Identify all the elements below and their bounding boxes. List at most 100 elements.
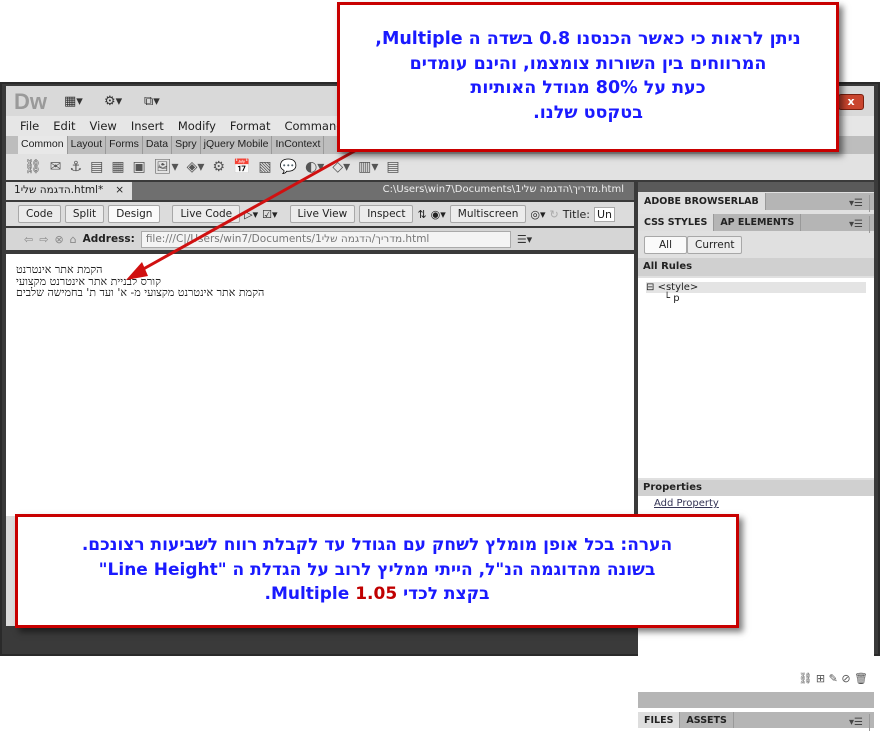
tree-item-style[interactable]: ⊟ <style> bbox=[646, 282, 866, 293]
tab-ap-elements[interactable]: AP ELEMENTS bbox=[714, 214, 802, 231]
menu-file[interactable]: File bbox=[14, 116, 47, 136]
menu-insert[interactable]: Insert bbox=[125, 116, 172, 136]
insert-toolbar: ⛓ ✉ ⚓ ▤ ▦ ▣ 🖼▾ ◈▾ ⚙ 📅 ▧ 💬 ◐▾ ◇▾ ▥▾ ▤ bbox=[6, 154, 874, 180]
menu-format[interactable]: Format bbox=[224, 116, 279, 136]
inspect-button[interactable]: Inspect bbox=[359, 205, 414, 223]
ssi-icon[interactable]: ▧ bbox=[258, 159, 271, 175]
callout-line: כעת על 80% מגודל האותיות bbox=[470, 78, 706, 98]
templates-icon[interactable]: ▥▾ bbox=[358, 159, 378, 175]
inspect-mode-icon[interactable]: ▷▾ bbox=[244, 208, 258, 221]
gear-icon[interactable]: ⚙▾ bbox=[104, 94, 122, 109]
media-icon[interactable]: ◈▾ bbox=[187, 159, 205, 175]
callout-text: בקצת לכדי bbox=[397, 584, 490, 605]
live-code-button[interactable]: Live Code bbox=[172, 205, 241, 223]
back-icon[interactable]: ⇦ bbox=[24, 233, 33, 246]
rules-tree: ⊟ <style> └ p bbox=[638, 278, 874, 478]
tree-item-p[interactable]: └ p bbox=[646, 293, 866, 304]
css-panel-actions: ⛓ ⊞ ✎ ⊘ 🗑 bbox=[798, 672, 868, 685]
tab-layout[interactable]: Layout bbox=[68, 136, 107, 154]
tab-jquery-mobile[interactable]: jQuery Mobile bbox=[201, 136, 273, 154]
tab-css-styles[interactable]: CSS STYLES bbox=[638, 214, 715, 231]
css-mode-switch: All Current bbox=[644, 236, 743, 254]
menu-view[interactable]: View bbox=[84, 116, 125, 136]
forward-icon[interactable]: ⇨ bbox=[39, 233, 48, 246]
panel-collapse-bar[interactable] bbox=[638, 182, 874, 192]
browserlab-tab[interactable]: ADOBE BROWSERLAB bbox=[638, 193, 766, 210]
close-tab-icon[interactable]: × bbox=[115, 184, 124, 198]
highlight-value: 1.05 bbox=[355, 584, 398, 605]
callout-line: הערה: בכל אופן מומלץ לשחק עם הגודל עד לק… bbox=[81, 535, 673, 555]
script-icon[interactable]: ◇▾ bbox=[332, 159, 350, 175]
head-icon[interactable]: ◐▾ bbox=[305, 159, 324, 175]
div-icon[interactable]: ▣ bbox=[133, 159, 146, 175]
add-property-link[interactable]: Add Property bbox=[654, 498, 719, 509]
attach-stylesheet-icon[interactable]: ⛓ bbox=[798, 672, 812, 685]
menu-modify[interactable]: Modify bbox=[172, 116, 224, 136]
text-line: הקמת אתר אינטרנט bbox=[16, 263, 103, 276]
dw-logo: Dw bbox=[14, 89, 47, 114]
panel-menu-icon[interactable]: ▾☰ bbox=[843, 216, 870, 233]
hr-icon[interactable]: ▤ bbox=[90, 159, 103, 175]
callout-text: Multiple. bbox=[264, 584, 356, 605]
trash-icon[interactable]: 🗑 bbox=[854, 672, 868, 685]
callout-line: בשונה מהדוגמה הנ"ל, הייתי ממליץ לרוב על … bbox=[98, 559, 656, 580]
tab-assets[interactable]: ASSETS bbox=[680, 712, 734, 728]
current-button[interactable]: Current bbox=[687, 236, 743, 254]
design-view[interactable]: הקמת אתר אינטרנט קורס לבניית אתר אינטרנט… bbox=[6, 254, 634, 516]
panel-menu-icon[interactable]: ▾☰ bbox=[843, 195, 870, 212]
browser-nav-options-icon[interactable]: ☰▾ bbox=[517, 233, 532, 246]
menu-edit[interactable]: Edit bbox=[47, 116, 83, 136]
date-icon[interactable]: 📅 bbox=[233, 159, 250, 175]
visual-aids-icon[interactable]: ◎▾ bbox=[530, 208, 545, 221]
tab-forms[interactable]: Forms bbox=[106, 136, 143, 154]
hyperlink-icon[interactable]: ⛓ bbox=[24, 159, 42, 175]
browserlab-header[interactable]: ADOBE BROWSERLAB ▾☰ bbox=[638, 193, 874, 212]
callout-line: המרווחים בין השורות צומצמו, והינם עומדים bbox=[409, 53, 767, 74]
multiscreen-button[interactable]: Multiscreen bbox=[449, 205, 527, 223]
tab-data[interactable]: Data bbox=[143, 136, 173, 154]
tag-chooser-icon[interactable]: ▤ bbox=[386, 159, 399, 175]
tab-files[interactable]: FILES bbox=[638, 712, 681, 728]
panel-menu-icon[interactable]: ▾☰ bbox=[843, 714, 870, 731]
split-view-button[interactable]: Split bbox=[64, 205, 105, 223]
check-page-icon[interactable]: ☑▾ bbox=[262, 208, 277, 221]
disable-icon[interactable]: ⊘ bbox=[841, 672, 850, 685]
address-input[interactable]: file:///C|/Users/win7/Documents/1מדריך/ה… bbox=[140, 230, 511, 248]
css-panel-header: CSS STYLES AP ELEMENTS ▾☰ bbox=[638, 214, 874, 233]
comment-icon[interactable]: 💬 bbox=[280, 159, 297, 175]
tab-spry[interactable]: Spry bbox=[172, 136, 201, 154]
text-line: הקמת אתר אינטרנט מקצועי מ- א' ועד ת' בחמ… bbox=[16, 286, 265, 300]
edit-rule-icon[interactable]: ✎ bbox=[829, 672, 838, 685]
address-bar: ⇦ ⇨ ⊗ ⌂ Address: file:///C|/Users/win7/D… bbox=[6, 228, 634, 250]
design-view-button[interactable]: Design bbox=[108, 205, 161, 223]
all-button[interactable]: All bbox=[644, 236, 688, 254]
anchor-icon[interactable]: ⚓ bbox=[70, 159, 83, 175]
refresh-icon[interactable]: ↻ bbox=[550, 208, 559, 221]
code-view-button[interactable]: Code bbox=[18, 205, 61, 223]
callout-line: בקצת לכדי 1.05 Multiple. bbox=[18, 582, 736, 607]
email-link-icon[interactable]: ✉ bbox=[50, 159, 62, 175]
tab-common[interactable]: Common bbox=[18, 136, 68, 154]
close-button[interactable]: x bbox=[838, 94, 864, 110]
title-input[interactable]: Un bbox=[594, 206, 616, 222]
home-icon[interactable]: ⌂ bbox=[70, 233, 77, 246]
image-icon[interactable]: 🖼▾ bbox=[154, 159, 179, 175]
stop-icon[interactable]: ⊗ bbox=[54, 233, 63, 246]
document-toolbar: Code Split Design Live Code ▷▾ ☑▾ Live V… bbox=[6, 202, 634, 226]
site-icon[interactable]: ⧉▾ bbox=[144, 94, 160, 109]
file-transfer-icon[interactable]: ⇅ bbox=[417, 208, 426, 221]
table-icon[interactable]: ▦ bbox=[111, 159, 124, 175]
tab-incontext[interactable]: InContext bbox=[272, 136, 325, 154]
callout-line: ניתן לראות כי כאשר הכנסנו 0.8 בשדה ה Mul… bbox=[375, 29, 801, 49]
live-view-button[interactable]: Live View bbox=[289, 205, 356, 223]
annotation-callout-top: ניתן לראות כי כאשר הכנסנו 0.8 בשדה ה Mul… bbox=[337, 2, 839, 152]
document-tab[interactable]: הדגמה שלי1.html* × bbox=[6, 182, 132, 200]
document-path: C:\Users\win7\Documents\1מדריך\הדגמה שלי… bbox=[382, 184, 624, 195]
annotation-callout-bottom: הערה: בכל אופן מומלץ לשחק עם הגודל עד לק… bbox=[15, 514, 739, 628]
preview-browser-icon[interactable]: ◉▾ bbox=[431, 208, 446, 221]
address-label: Address: bbox=[82, 233, 135, 245]
collapsed-panel-header[interactable] bbox=[638, 692, 874, 708]
new-rule-icon[interactable]: ⊞ bbox=[816, 672, 825, 685]
widget-icon[interactable]: ⚙ bbox=[212, 159, 225, 175]
layout-icon[interactable]: ▦▾ bbox=[64, 94, 83, 109]
